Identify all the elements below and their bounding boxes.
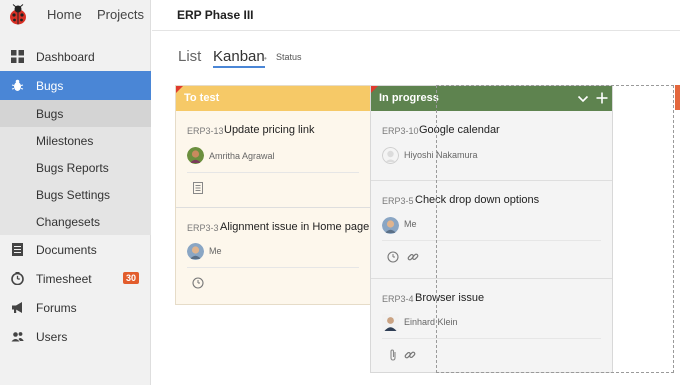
bug-icon	[11, 79, 24, 91]
sidebar-item-timesheet[interactable]: Timesheet 30	[0, 264, 151, 293]
top-nav: Home Projects	[0, 0, 150, 31]
sidebar-subitem-changesets[interactable]: Changesets	[0, 208, 151, 235]
timesheet-count-badge: 30	[123, 272, 140, 284]
sidebar-item-users[interactable]: Users	[0, 322, 151, 351]
column-title: To test	[184, 92, 220, 104]
clock-icon[interactable]	[192, 277, 204, 289]
card-assignee: Me	[209, 246, 222, 256]
tab-list[interactable]: List	[178, 48, 201, 65]
tab-kanban[interactable]: Kanban	[213, 48, 265, 68]
sidebar-item-label: Bugs	[36, 107, 64, 121]
sidebar-subitem-bugs[interactable]: Bugs	[0, 100, 151, 127]
card-id: ERP3-5	[382, 196, 414, 206]
users-icon	[11, 332, 24, 342]
column-header[interactable]: To test	[176, 86, 370, 111]
sidebar-item-label: Bugs	[36, 79, 64, 93]
attachment-icon[interactable]	[387, 349, 399, 361]
card-drop-zone[interactable]	[436, 85, 674, 373]
sidebar-item-label: Milestones	[36, 134, 94, 148]
column-title: In progress	[379, 92, 439, 104]
sidebar-item-label: Bugs Settings	[36, 188, 111, 202]
status-dropdown[interactable]: Status	[276, 52, 302, 62]
avatar	[187, 243, 204, 260]
sidebar-item-label: Forums	[36, 301, 77, 315]
megaphone-icon	[12, 302, 22, 313]
avatar	[187, 147, 204, 164]
card-divider	[187, 267, 359, 268]
ladybug-logo-icon[interactable]	[7, 4, 29, 26]
tab-separator: •	[264, 54, 267, 63]
sidebar-item-label: Bugs Reports	[36, 161, 109, 175]
checklist-icon[interactable]	[192, 182, 204, 194]
sidebar-item-label: Users	[36, 330, 68, 344]
sidebar-item-documents[interactable]: Documents	[0, 235, 151, 264]
clock-icon	[11, 272, 24, 285]
sidebar-item-forums[interactable]: Forums	[0, 293, 151, 322]
card-id: ERP3-4	[382, 294, 414, 304]
link-icon[interactable]	[407, 251, 419, 263]
sidebar-subitem-milestones[interactable]: Milestones	[0, 127, 151, 154]
card-assignee: Me	[404, 219, 417, 229]
column-corner-marker	[176, 86, 183, 93]
app-root: Home Projects Dashboard Bugs Bugs Milest…	[0, 0, 680, 385]
kanban-column-to-test: To test ERP3-13 Update pricing link Amri…	[175, 85, 371, 305]
sidebar: Home Projects Dashboard Bugs Bugs Milest…	[0, 0, 151, 385]
kanban-card[interactable]: ERP3-3 Alignment issue in Home page Me	[176, 208, 370, 305]
avatar	[382, 147, 399, 164]
card-title[interactable]: Alignment issue in Home page	[220, 221, 369, 233]
sidebar-subitem-bugs-settings[interactable]: Bugs Settings	[0, 181, 151, 208]
dashboard-icon	[11, 50, 24, 63]
column-corner-marker	[371, 86, 378, 93]
avatar	[382, 217, 399, 234]
card-divider	[187, 172, 359, 173]
sidebar-item-dashboard[interactable]: Dashboard	[0, 42, 151, 71]
documents-icon	[12, 243, 23, 256]
card-id: ERP3-13	[187, 126, 224, 136]
card-title[interactable]: Update pricing link	[224, 124, 315, 136]
card-id: ERP3-10	[382, 126, 419, 136]
clock-icon[interactable]	[387, 251, 399, 263]
home-link[interactable]: Home	[47, 7, 82, 22]
sidebar-subitem-bugs-reports[interactable]: Bugs Reports	[0, 154, 151, 181]
project-title: ERP Phase III	[177, 8, 254, 22]
projects-link[interactable]: Projects	[97, 7, 144, 22]
card-id: ERP3-3	[187, 223, 219, 233]
sidebar-item-label: Timesheet	[36, 272, 92, 286]
sidebar-item-label: Documents	[36, 243, 97, 257]
avatar	[382, 314, 399, 331]
kanban-card[interactable]: ERP3-13 Update pricing link Amritha Agra…	[176, 111, 370, 208]
sidebar-item-label: Dashboard	[36, 50, 95, 64]
next-column-edge	[675, 85, 680, 110]
project-header: ERP Phase III	[152, 0, 680, 31]
link-icon[interactable]	[404, 349, 416, 361]
card-assignee: Amritha Agrawal	[209, 151, 275, 161]
sidebar-item-label: Changesets	[36, 215, 101, 229]
sidebar-nav: Dashboard Bugs Bugs Milestones Bugs Repo…	[0, 42, 151, 351]
sidebar-item-bugs[interactable]: Bugs	[0, 71, 151, 100]
